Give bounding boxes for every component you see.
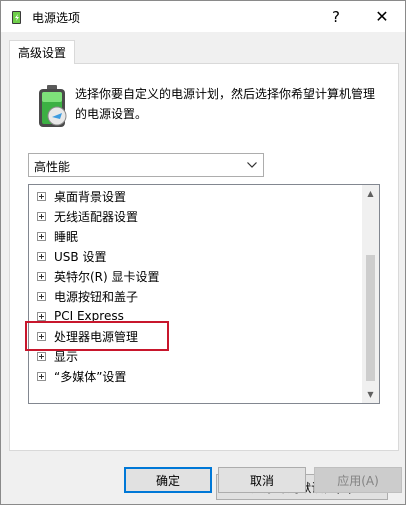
expand-icon[interactable] <box>37 291 46 301</box>
tree-item-label: 无线适配器设置 <box>54 209 139 224</box>
tab-advanced-settings[interactable]: 高级设置 <box>9 40 75 64</box>
expand-icon[interactable] <box>37 211 46 221</box>
expand-icon[interactable] <box>37 371 46 381</box>
settings-tree[interactable]: 桌面背景设置 无线适配器设置 睡眠 USB 设置 英特尔(R) 显卡设置 电源按… <box>28 184 380 404</box>
tree-item-label: 桌面背景设置 <box>54 189 127 204</box>
close-button[interactable]: ✕ <box>359 1 405 32</box>
battery-icon <box>39 85 67 127</box>
tree-item-label: USB 设置 <box>54 249 107 264</box>
scroll-up-icon[interactable]: ▲ <box>362 185 379 202</box>
tree-item-label: 英特尔(R) 显卡设置 <box>54 269 160 284</box>
scrollbar-thumb[interactable] <box>366 255 375 381</box>
description-text: 选择你要自定义的电源计划，然后选择你希望计算机管理的电源设置。 <box>75 87 376 121</box>
tree-item-usb-settings[interactable]: USB 设置 <box>37 246 106 266</box>
power-options-icon <box>12 11 21 24</box>
chevron-down-icon <box>247 162 257 168</box>
window-title: 电源选项 <box>32 11 81 25</box>
tree-item-intel-graphics[interactable]: 英特尔(R) 显卡设置 <box>37 266 160 286</box>
title-bar: 电源选项 ? ✕ <box>1 1 405 32</box>
expand-icon[interactable] <box>37 311 46 321</box>
tree-item-label: 电源按钮和盖子 <box>54 289 139 304</box>
help-button[interactable]: ? <box>313 1 359 32</box>
expand-icon[interactable] <box>37 231 46 241</box>
power-options-dialog: 电源选项 ? ✕ 高级设置 选择你要自定义的电源计划，然后选择你希望计算机管理的… <box>0 0 406 505</box>
apply-button[interactable]: 应用(A) <box>314 467 402 493</box>
tree-item-desktop-background[interactable]: 桌面背景设置 <box>37 186 126 206</box>
tree-scrollbar[interactable]: ▲ ▼ <box>362 185 379 403</box>
tree-item-sleep[interactable]: 睡眠 <box>37 226 78 246</box>
tree-item-wireless-adapter[interactable]: 无线适配器设置 <box>37 206 138 226</box>
tree-item-power-buttons-lid[interactable]: 电源按钮和盖子 <box>37 286 138 306</box>
power-plan-value: 高性能 <box>34 160 71 174</box>
scroll-down-icon[interactable]: ▼ <box>362 386 379 403</box>
expand-icon[interactable] <box>37 271 46 281</box>
ok-button[interactable]: 确定 <box>124 467 212 493</box>
cancel-button[interactable]: 取消 <box>218 467 306 493</box>
highlight-box <box>25 321 169 351</box>
tree-item-multimedia[interactable]: “多媒体”设置 <box>37 366 126 386</box>
expand-icon[interactable] <box>37 351 46 361</box>
tree-item-label: 睡眠 <box>54 229 79 244</box>
expand-icon[interactable] <box>37 191 46 201</box>
power-plan-select[interactable]: 高性能 <box>28 153 264 177</box>
expand-icon[interactable] <box>37 251 46 261</box>
advanced-settings-panel: 选择你要自定义的电源计划，然后选择你希望计算机管理的电源设置。 高性能 桌面背景… <box>9 63 399 500</box>
tree-item-label: “多媒体”设置 <box>54 369 127 384</box>
